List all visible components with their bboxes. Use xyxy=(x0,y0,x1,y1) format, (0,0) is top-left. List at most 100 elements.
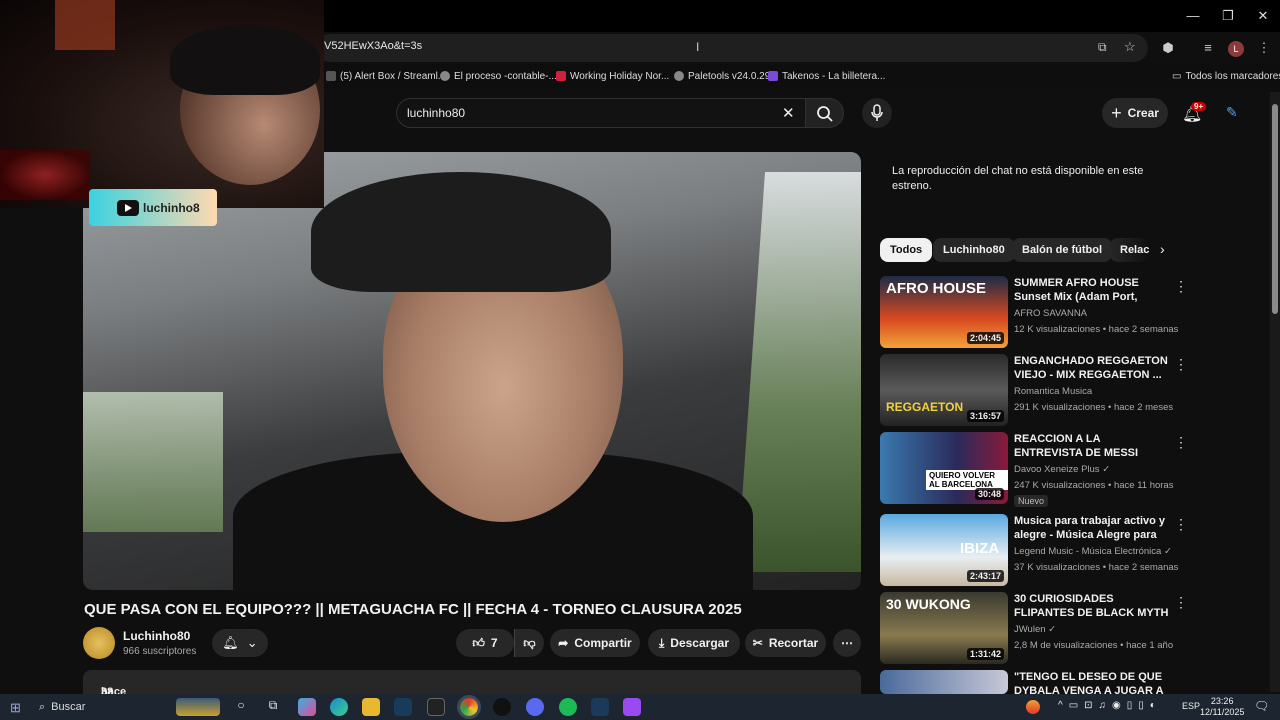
url-text: V52HEwX3Ao&t=3s xyxy=(324,40,423,52)
all-bookmarks[interactable]: ▭ Todos los marcadores xyxy=(1172,68,1280,84)
steam-icon[interactable] xyxy=(394,698,412,716)
recommendation-title[interactable]: ENGANCHADO REGGAETON VIEJO - MIX REGGAET… xyxy=(1014,354,1170,382)
system-tray-icons[interactable]: ^▭⊡♫◉▯▯◐ xyxy=(1058,700,1162,711)
discord-icon[interactable] xyxy=(526,698,544,716)
obs-icon[interactable] xyxy=(493,698,511,716)
page-scrollbar[interactable] xyxy=(1270,92,1280,692)
recommendation-title[interactable]: "TENGO EL DESEO DE QUE DYBALA VENGA A JU… xyxy=(1014,670,1170,694)
notification-center-icon[interactable]: 🗨︎ xyxy=(1254,699,1269,713)
steam-icon[interactable] xyxy=(591,698,609,716)
recommendation-item[interactable]: IBIZA 2:43:17 Musica para trabajar activo… xyxy=(880,514,1188,588)
task-view-icon[interactable]: ⧉ xyxy=(264,698,282,716)
chip-channel[interactable]: Luchinho80 xyxy=(933,238,1015,262)
clock-time: 23:26 xyxy=(1210,696,1234,706)
video-thumbnail[interactable]: 30 WUKONG 1:31:42 xyxy=(880,592,1008,664)
minimize-icon[interactable]: — xyxy=(1181,6,1205,26)
restore-icon[interactable]: ❐ xyxy=(1216,6,1240,26)
spotify-icon[interactable] xyxy=(559,698,577,716)
recommendation-title[interactable]: Musica para trabajar activo y alegre - M… xyxy=(1014,514,1170,542)
chrome-icon[interactable] xyxy=(457,695,481,719)
chat-unavailable-message: La reproducción del chat no está disponi… xyxy=(892,165,1144,192)
search-box[interactable]: luchinho80 ✕ xyxy=(396,98,806,128)
recommendation-channel[interactable]: AFRO SAVANNA xyxy=(1014,308,1087,319)
chip-football[interactable]: Balón de fútbol xyxy=(1012,238,1113,262)
bookmark-label: Takenos - La billetera... xyxy=(782,70,886,82)
file-explorer-icon[interactable] xyxy=(362,698,380,716)
recommendation-title[interactable]: REACCION A LA ENTREVISTA DE MESSI (2025)… xyxy=(1014,432,1170,460)
video-thumbnail[interactable]: QUIERO VOLVER AL BARCELONA 30:48 xyxy=(880,432,1008,504)
more-vertical-icon[interactable]: ⋮ xyxy=(1174,278,1188,295)
bookmark-item[interactable]: (5) Alert Box / Streaml... xyxy=(326,68,446,84)
recommendation-meta: 37 K visualizaciones • hace 2 semanas xyxy=(1014,562,1179,573)
extensions-icon[interactable]: ⬢ xyxy=(1160,40,1176,56)
language-indicator[interactable]: ESP xyxy=(1182,701,1200,711)
clip-button[interactable]: ✂ Recortar xyxy=(745,629,826,657)
more-vertical-icon[interactable]: ⋮ xyxy=(1174,356,1188,373)
more-vertical-icon[interactable]: ⋮ xyxy=(1174,434,1188,451)
browser-menu-icon[interactable]: ⋮ xyxy=(1256,40,1272,56)
video-thumbnail[interactable]: AFRO HOUSE 2:04:45 xyxy=(880,276,1008,348)
bookmark-favicon xyxy=(556,71,566,81)
dislike-button[interactable]: 👎︎ xyxy=(514,629,544,657)
address-bar[interactable]: V52HEwX3Ao&t=3s I ⧉ ☆ xyxy=(316,34,1148,62)
description-box[interactable]: 38 visualizaciones hace 1 día xyxy=(83,670,861,710)
webcam-lamp xyxy=(55,0,115,50)
bookmark-star-icon[interactable]: ☆ xyxy=(1124,39,1136,55)
thumbs-up-icon: 👍︎ xyxy=(472,635,485,650)
recommendation-channel[interactable]: JWulen ✓ xyxy=(1014,624,1056,635)
chip-all[interactable]: Todos xyxy=(880,238,933,262)
more-actions-button[interactable]: ⋯ xyxy=(833,629,861,657)
scrollbar-thumb[interactable] xyxy=(1272,104,1278,314)
copilot-icon[interactable] xyxy=(298,698,316,716)
bookmark-item[interactable]: El proceso -contable-... xyxy=(440,68,557,84)
bookmark-item[interactable]: Working Holiday Nor... xyxy=(556,68,669,84)
more-vertical-icon[interactable]: ⋮ xyxy=(1174,672,1180,689)
video-thumbnail[interactable]: IBIZA 2:43:17 xyxy=(880,514,1008,586)
edge-icon[interactable] xyxy=(330,698,348,716)
more-vertical-icon[interactable]: ⋮ xyxy=(1174,594,1188,611)
recommendation-item[interactable]: "TENGO EL DESEO DE QUE DYBALA VENGA A JU… xyxy=(880,670,1180,694)
account-avatar-icon[interactable]: ✎ xyxy=(1226,104,1242,120)
channel-name[interactable]: Luchinho80 xyxy=(123,629,190,643)
recommendation-channel[interactable]: Romantica Musica xyxy=(1014,386,1092,397)
bookmark-item[interactable]: Takenos - La billetera... xyxy=(768,68,885,84)
channel-avatar[interactable] xyxy=(83,627,115,659)
subscription-bell-button[interactable]: 🔔︎ ⌄ xyxy=(212,629,268,657)
windows-start-icon[interactable]: ⊞ xyxy=(10,700,21,716)
close-window-icon[interactable]: ✕ xyxy=(1251,6,1275,26)
like-button[interactable]: 👍︎ 7 xyxy=(456,629,514,657)
video-thumbnail[interactable] xyxy=(880,670,1008,694)
voice-search-button[interactable] xyxy=(862,98,892,128)
download-button[interactable]: ⤓ Descargar xyxy=(648,629,740,657)
recommendation-item[interactable]: 30 WUKONG 1:31:42 30 CURIOSIDADES FLIPANT… xyxy=(880,592,1188,666)
recommendation-item[interactable]: REGGAETON 3:16:57 ENGANCHADO REGGAETON VI… xyxy=(880,354,1188,428)
recommendation-item[interactable]: QUIERO VOLVER AL BARCELONA 30:48 REACCION… xyxy=(880,432,1188,507)
share-button[interactable]: ➦ Compartir xyxy=(550,629,640,657)
recommendation-title[interactable]: 30 CURIOSIDADES FLIPANTES DE BLACK MYTH … xyxy=(1014,592,1170,620)
search-highlight-image xyxy=(176,698,220,716)
clear-search-icon[interactable]: ✕ xyxy=(782,104,795,122)
share-icon: ➦ xyxy=(558,636,569,650)
search-input[interactable]: luchinho80 xyxy=(407,106,465,120)
recommendation-title[interactable]: SUMMER AFRO HOUSE Sunset Mix (Adam Port,… xyxy=(1014,276,1170,304)
create-button[interactable]: + Crear xyxy=(1102,98,1168,128)
recommendation-channel[interactable]: Davoo Xeneize Plus ✓ xyxy=(1014,464,1110,475)
capcut-icon[interactable] xyxy=(427,698,445,716)
duration-badge: 2:43:17 xyxy=(966,570,1004,582)
chevron-right-icon[interactable]: › xyxy=(1160,241,1165,257)
more-vertical-icon[interactable]: ⋮ xyxy=(1174,516,1188,533)
install-app-icon[interactable]: ⧉ xyxy=(1098,40,1107,55)
video-thumbnail[interactable]: REGGAETON 3:16:57 xyxy=(880,354,1008,426)
profile-avatar[interactable]: L xyxy=(1228,41,1244,57)
recommendation-item[interactable]: AFRO HOUSE 2:04:45 SUMMER AFRO HOUSE Suns… xyxy=(880,276,1188,350)
media-control-icon[interactable]: ≡ xyxy=(1200,40,1216,56)
search-button[interactable] xyxy=(806,98,844,128)
bookmark-item[interactable]: Paletools v24.0.29 xyxy=(674,68,770,84)
taskbar-clock[interactable]: 23:26 12/11/2025 xyxy=(1200,696,1244,718)
cortana-icon[interactable]: ○ xyxy=(232,698,250,716)
weather-icon[interactable] xyxy=(1026,700,1040,714)
twitch-studio-icon[interactable] xyxy=(623,698,641,716)
chip-related[interactable]: Relac xyxy=(1110,238,1150,262)
recommendation-channel[interactable]: Legend Music - Música Electrónica ✓ xyxy=(1014,546,1172,557)
recommendation-meta: 247 K visualizaciones • hace 11 horas xyxy=(1014,480,1174,491)
